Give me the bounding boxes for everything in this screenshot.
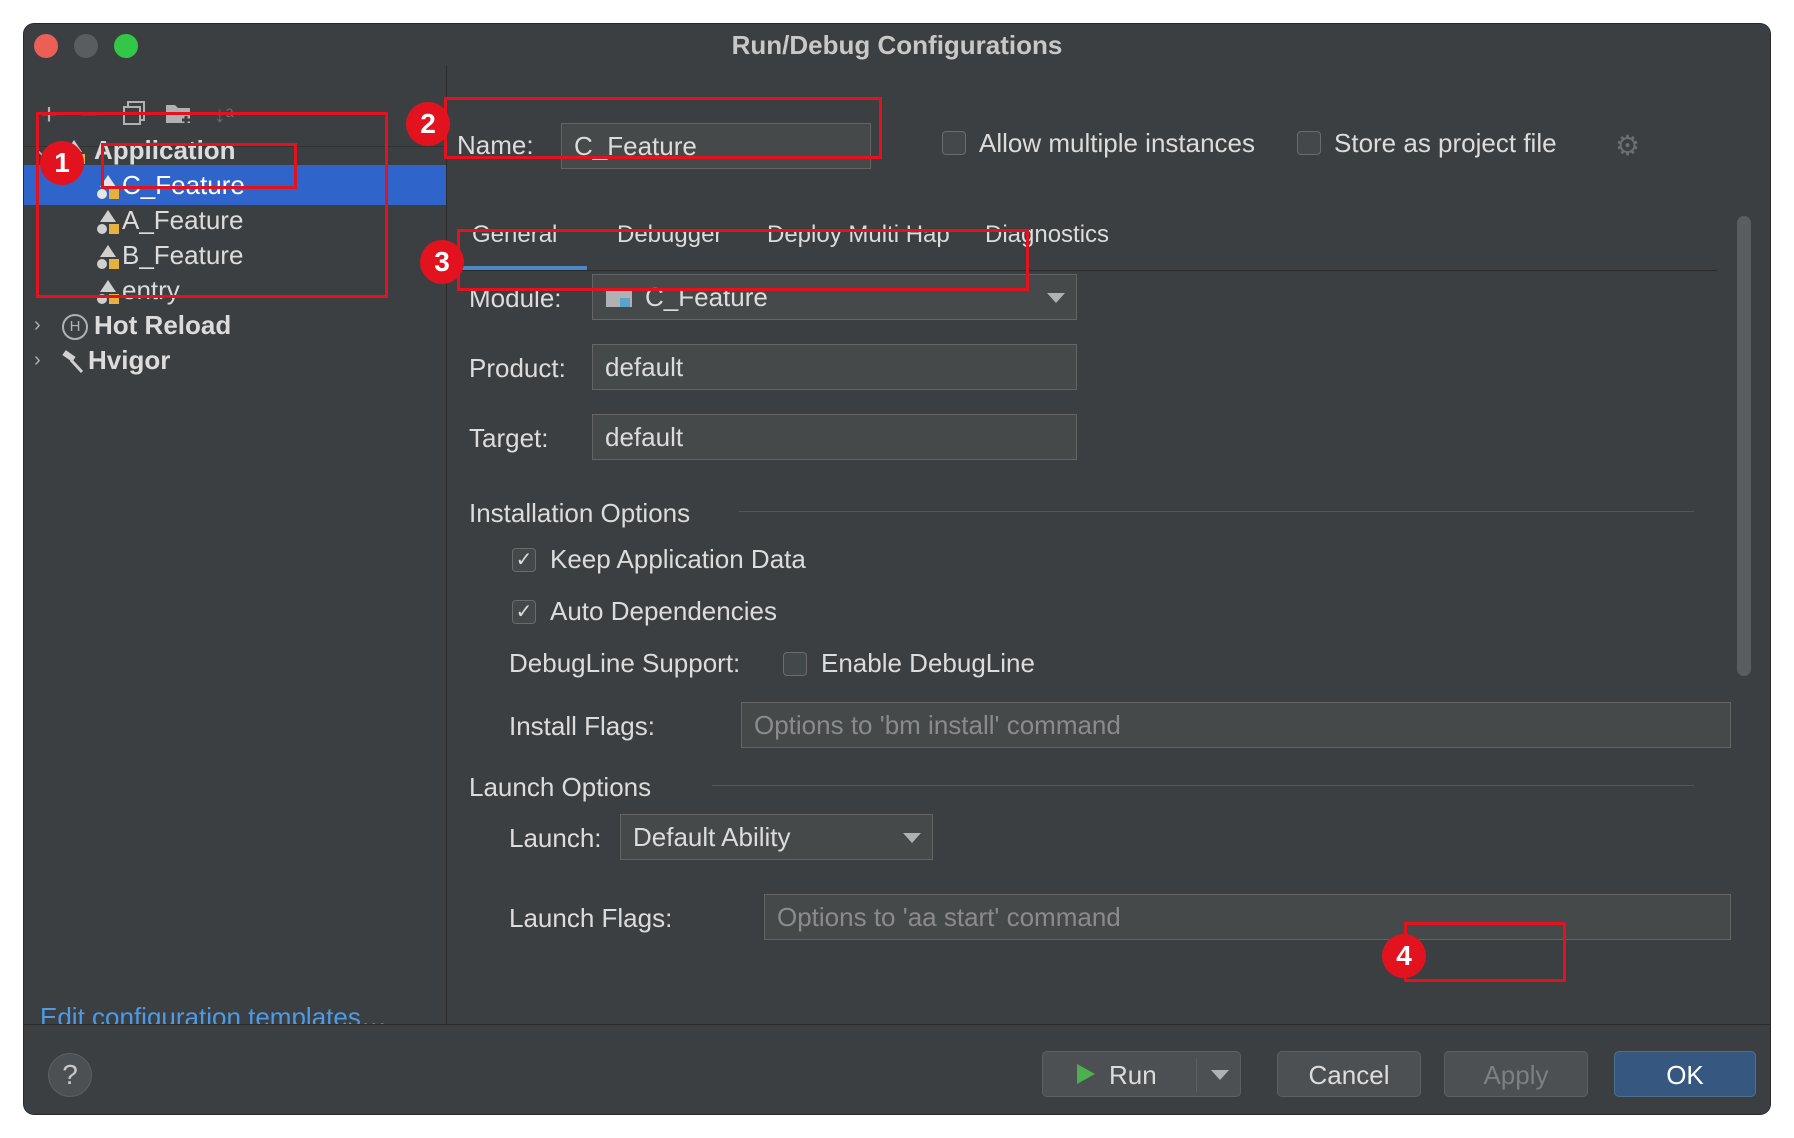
run-label: Run	[1109, 1060, 1157, 1090]
chevron-right-icon[interactable]: ›	[34, 340, 41, 380]
keep-data-label: Keep Application Data	[550, 544, 806, 574]
ok-button[interactable]: OK	[1614, 1051, 1756, 1097]
configuration-details: Name: C_Feature Allow multiple instances…	[447, 66, 1770, 1024]
close-window-button[interactable]	[34, 34, 58, 58]
store-project-checkbox[interactable]	[1297, 131, 1321, 155]
play-icon	[1077, 1064, 1095, 1084]
allow-multiple-label: Allow multiple instances	[979, 128, 1256, 158]
chevron-down-icon[interactable]	[1047, 293, 1065, 303]
annotation-box-tree	[36, 112, 388, 298]
target-input[interactable]: default	[592, 414, 1077, 460]
target-label: Target:	[469, 423, 549, 453]
annotation-badge-3: 3	[420, 240, 464, 284]
split-divider	[1196, 1058, 1197, 1092]
auto-deps-label: Auto Dependencies	[550, 596, 777, 626]
cancel-button[interactable]: Cancel	[1277, 1051, 1421, 1097]
help-button[interactable]: ?	[48, 1053, 92, 1097]
annotation-badge-1: 1	[40, 141, 84, 185]
chevron-down-icon[interactable]	[1211, 1070, 1229, 1080]
minimize-window-button[interactable]	[74, 34, 98, 58]
annotation-box-name	[444, 97, 882, 159]
installation-options-title: Installation Options	[469, 498, 691, 528]
launch-label: Launch:	[509, 823, 602, 853]
annotation-box-module	[457, 229, 1029, 291]
product-label: Product:	[469, 353, 566, 383]
run-button[interactable]: Run	[1057, 1052, 1193, 1096]
auto-deps-checkbox[interactable]: ✓	[512, 600, 536, 624]
vertical-scrollbar[interactable]	[1737, 216, 1751, 676]
launch-flags-label: Launch Flags:	[509, 903, 673, 933]
chevron-right-icon[interactable]: ›	[34, 305, 41, 345]
run-split-button: Run	[1042, 1051, 1241, 1097]
tree-item-hvigor[interactable]: › Hvigor	[24, 340, 446, 380]
launch-options-title: Launch Options	[469, 772, 652, 802]
debugline-support-label: DebugLine Support:	[509, 648, 741, 678]
store-project-label: Store as project file	[1334, 128, 1557, 158]
dialog-footer: ? Run Cancel Apply OK	[24, 1024, 1770, 1114]
install-flags-input[interactable]: Options to 'bm install' command	[741, 702, 1731, 748]
tree-label: Hot Reload	[94, 310, 232, 340]
annotation-box-ok	[1404, 922, 1566, 982]
hammer-icon	[62, 350, 84, 374]
tree-item-hot-reload[interactable]: › H Hot Reload	[24, 305, 446, 345]
apply-button[interactable]: Apply	[1444, 1051, 1588, 1097]
annotation-badge-2: 2	[406, 102, 450, 146]
launch-flags-input[interactable]: Options to 'aa start' command	[764, 894, 1731, 940]
install-flags-label: Install Flags:	[509, 711, 655, 741]
window-title: Run/Debug Configurations	[24, 24, 1770, 66]
keep-data-checkbox[interactable]: ✓	[512, 548, 536, 572]
chevron-down-icon[interactable]	[903, 833, 921, 843]
enable-debugline-label: Enable DebugLine	[821, 648, 1035, 678]
enable-debugline-checkbox[interactable]	[783, 652, 807, 676]
section-divider	[739, 511, 1694, 512]
annotation-badge-4: 4	[1382, 934, 1426, 978]
annotation-box-selected	[101, 143, 297, 189]
section-divider	[712, 785, 1694, 786]
launch-select[interactable]: Default Ability	[620, 814, 933, 860]
zoom-window-button[interactable]	[114, 34, 138, 58]
tree-label: Hvigor	[88, 345, 171, 375]
allow-multiple-checkbox[interactable]	[942, 131, 966, 155]
gear-icon[interactable]: ⚙	[1615, 129, 1640, 162]
product-input[interactable]: default	[592, 344, 1077, 390]
hot-reload-icon: H	[62, 314, 88, 340]
run-debug-dialog: Run/Debug Configurations + − ↓ᵃ ⌄ Applic…	[24, 24, 1770, 1114]
